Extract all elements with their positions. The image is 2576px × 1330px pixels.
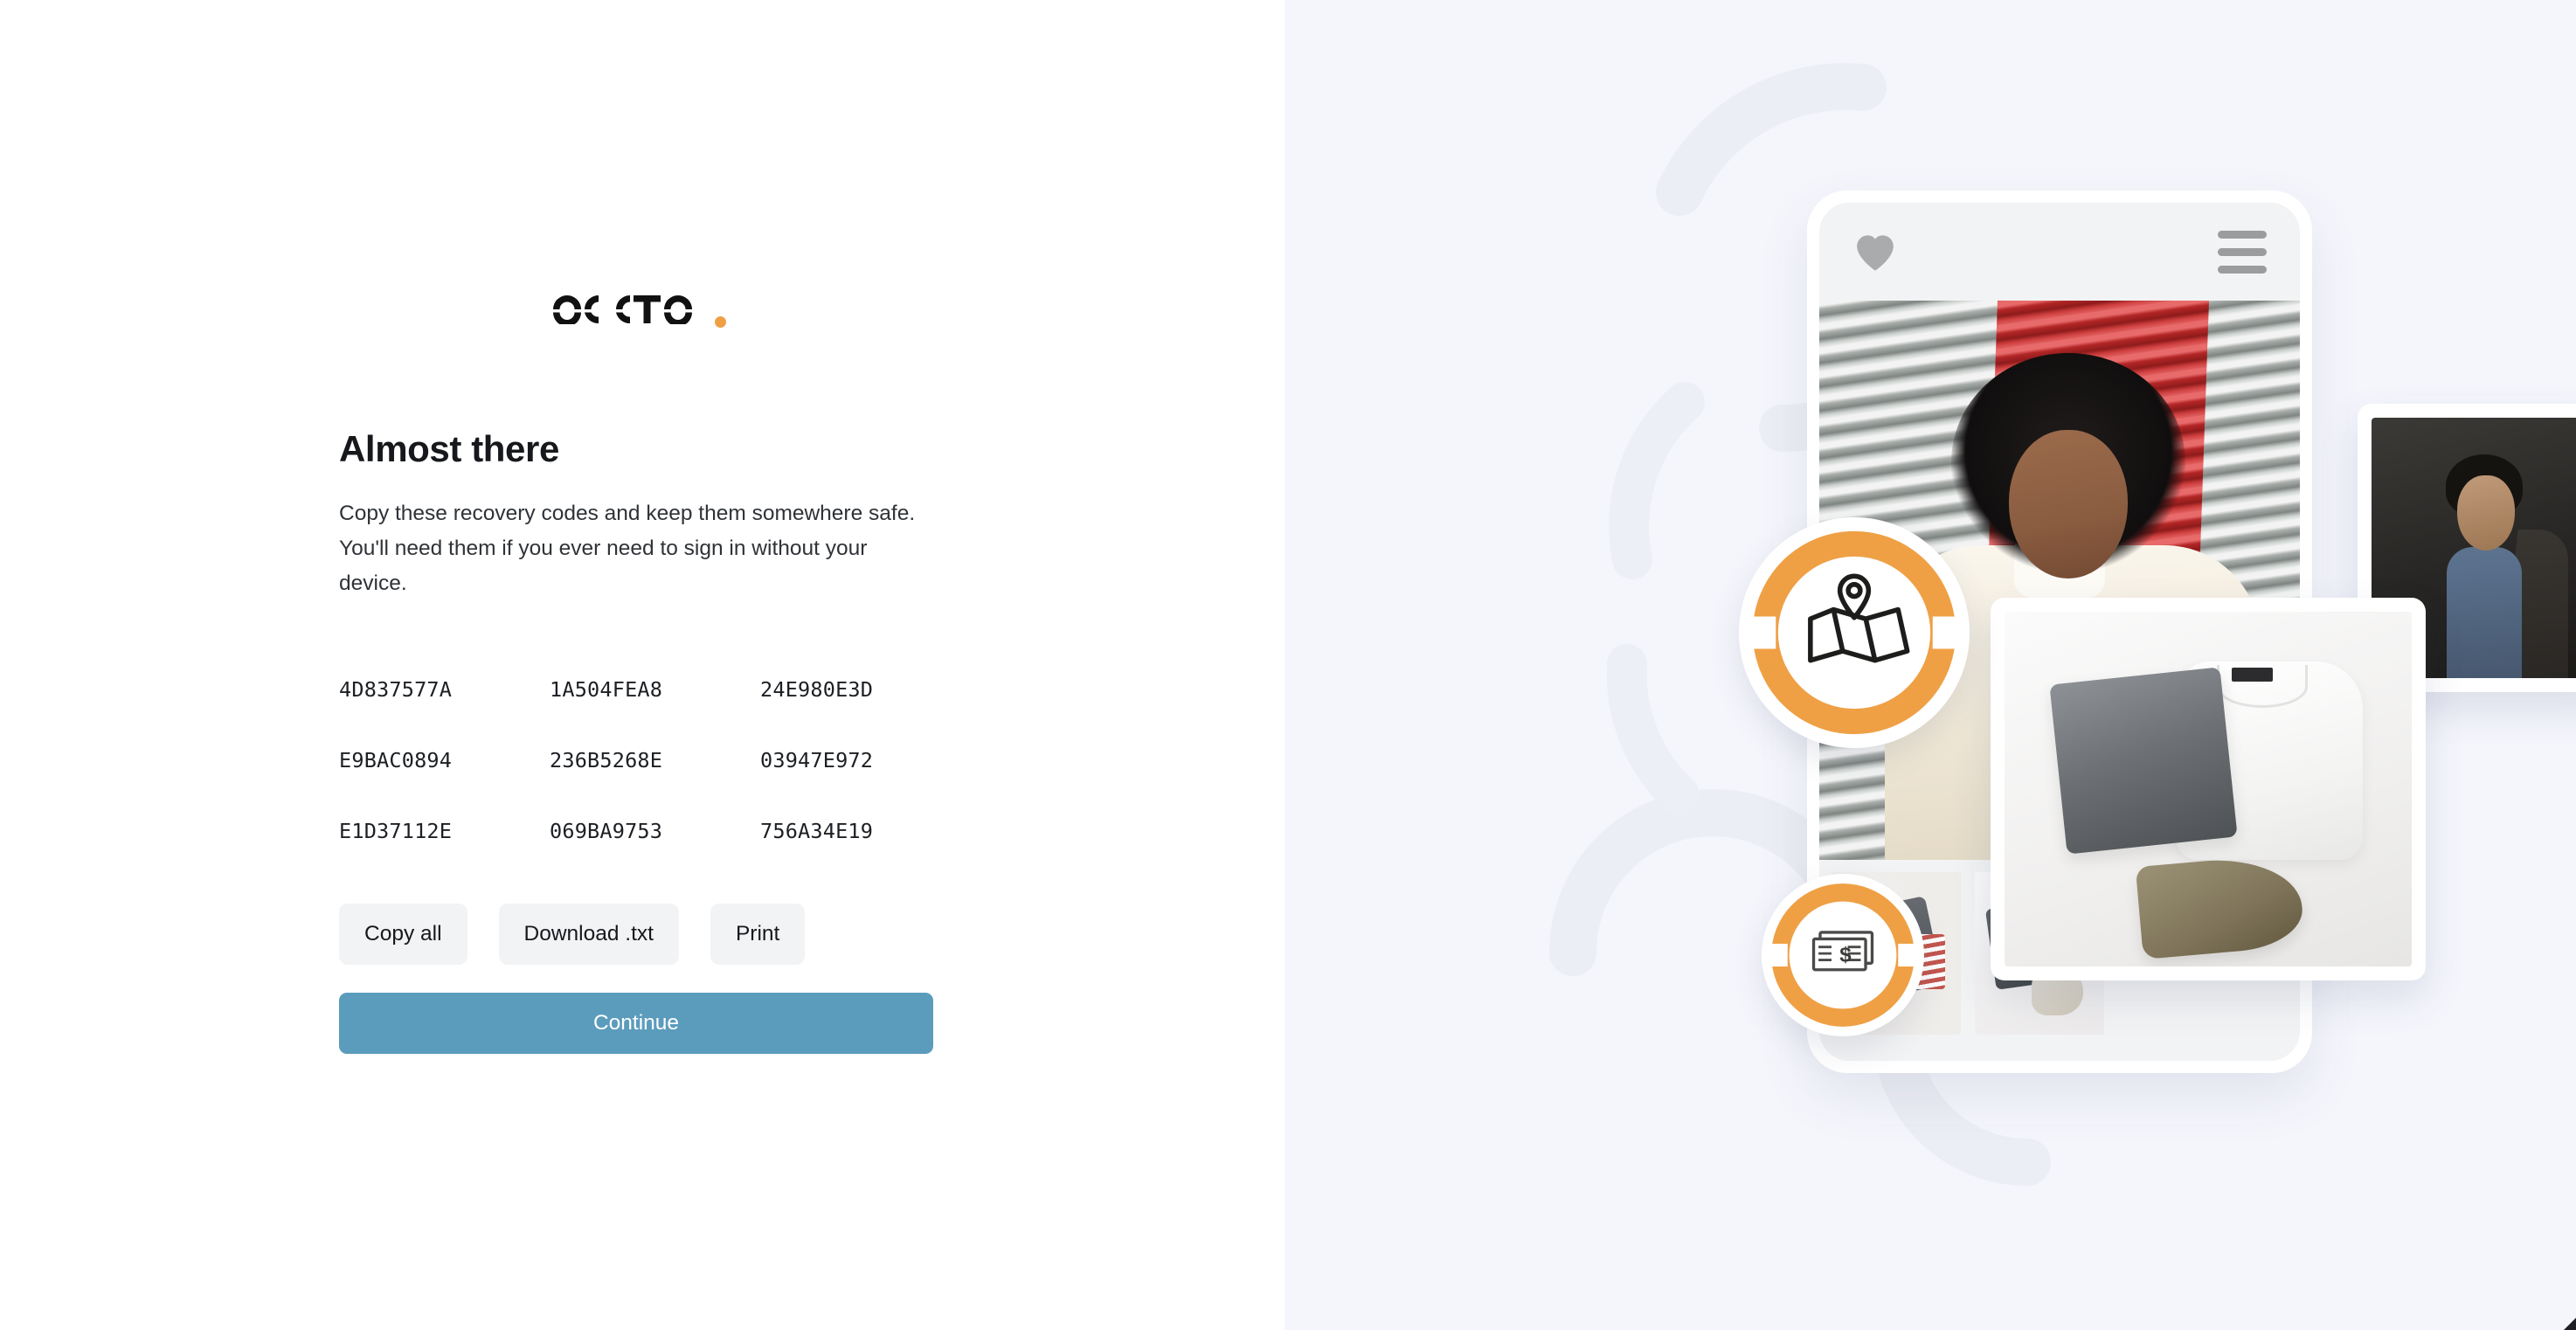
recovery-codes-page: Almost there Copy these recovery codes a… [0, 0, 2576, 1330]
page-description: Copy these recovery codes and keep them … [339, 502, 916, 595]
print-button[interactable]: Print [710, 904, 806, 966]
recovery-code[interactable]: E9BAC0894 [339, 725, 550, 796]
portrait-shirt [2447, 547, 2522, 678]
copy-all-button[interactable]: Copy all [339, 904, 467, 966]
page-title: Almost there [339, 428, 559, 469]
banknote-dollar-icon: $ [1768, 883, 1918, 1027]
continue-button[interactable]: Continue [339, 993, 933, 1055]
window-resize-handle[interactable] [2564, 1318, 2576, 1330]
phone-app-bar [1819, 203, 2300, 301]
recovery-code[interactable]: 03947E972 [760, 725, 933, 796]
occtoo-logo [547, 288, 731, 330]
flatlay-photo [2005, 612, 2412, 966]
recovery-code[interactable]: E1D37112E [339, 796, 550, 867]
folded-jeans [2048, 667, 2237, 855]
occtoo-wordmark-icon [552, 295, 692, 324]
flatlay-product-card [1991, 598, 2426, 980]
illustration-panel: $ [1285, 0, 2576, 1330]
recovery-code[interactable]: 756A34E19 [760, 796, 933, 867]
map-badge [1739, 517, 1970, 748]
recovery-code[interactable]: 069BA9753 [550, 796, 760, 867]
map-pin-icon [1748, 530, 1961, 735]
svg-text:$: $ [1839, 943, 1852, 966]
form-panel: Almost there Copy these recovery codes a… [0, 0, 1285, 1330]
hamburger-menu-icon[interactable] [2218, 230, 2267, 274]
money-badge: $ [1762, 874, 1924, 1036]
download-txt-button[interactable]: Download .txt [498, 904, 679, 966]
recovery-code[interactable]: 236B5268E [550, 725, 760, 796]
recovery-code[interactable]: 24E980E3D [760, 655, 933, 725]
recovery-code[interactable]: 1A504FEA8 [550, 655, 760, 725]
recovery-codes-grid: 4D837577A 1A504FEA8 24E980E3D E9BAC0894 … [339, 655, 933, 867]
heart-icon[interactable] [1852, 231, 1898, 273]
model-face [2009, 430, 2128, 578]
form-column: Almost there Copy these recovery codes a… [339, 288, 933, 1055]
suede-boot [2135, 853, 2306, 959]
portrait-face [2457, 475, 2515, 551]
secondary-actions: Copy all Download .txt Print [339, 904, 933, 966]
logo-dot-icon [714, 316, 726, 328]
recovery-code[interactable]: 4D837577A [339, 655, 550, 725]
